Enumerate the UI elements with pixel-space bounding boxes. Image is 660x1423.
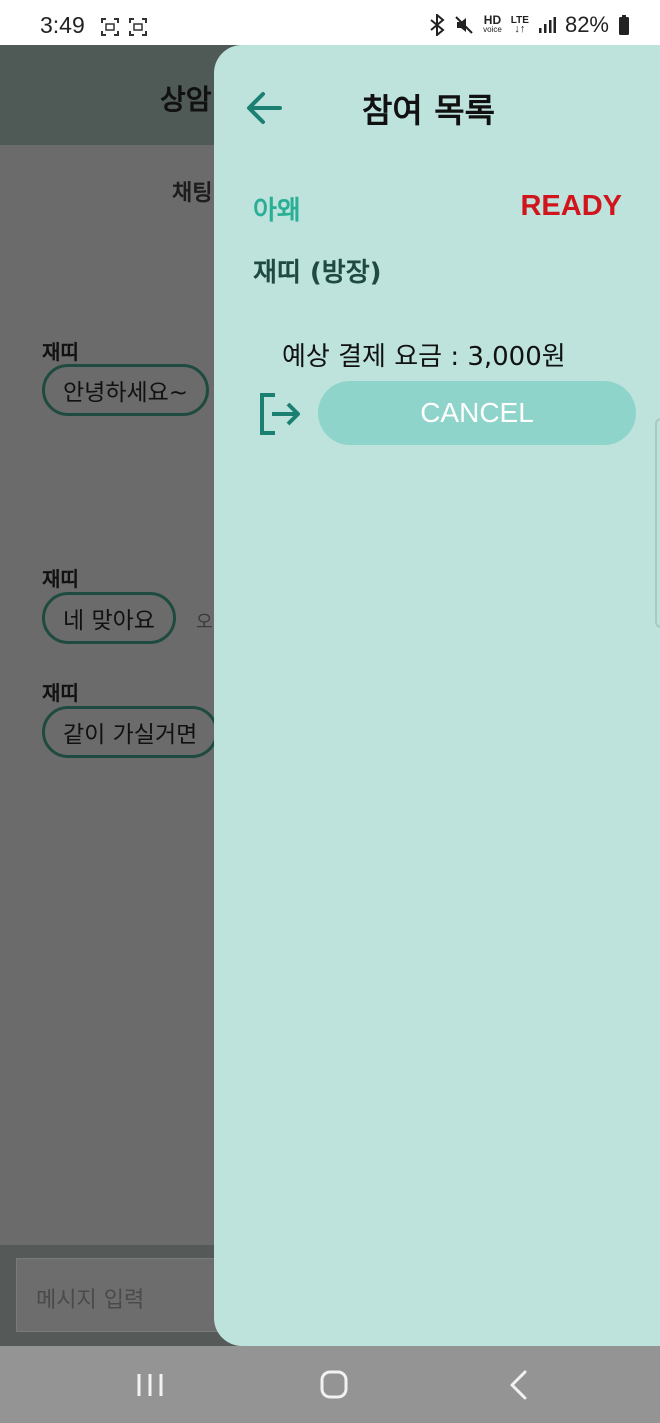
chat-title: 상암 [160,83,212,116]
message-sender: 재띠 [42,340,79,364]
cancel-button[interactable]: CANCEL [318,381,636,445]
recent-apps-icon[interactable] [130,1365,170,1405]
hd-voice-indicator: HD voice [483,13,502,34]
battery-icon [619,15,629,35]
message-sender: 재띠 [42,567,79,591]
mute-icon [455,16,473,34]
lte-indicator: LTE ↓↑ [510,15,529,35]
back-icon[interactable] [500,1365,540,1405]
battery-percent: 82% [564,12,609,37]
status-bar: 3:49 HD voice LTE ↓↑ 82% [0,0,660,45]
scroll-indicator [655,418,660,628]
message-bubble[interactable]: 같이 가실거면 [42,706,219,758]
home-icon[interactable] [314,1365,354,1405]
status-icons: HD voice LTE ↓↑ 82% [429,12,630,38]
exit-icon[interactable] [258,392,302,436]
chat-subtitle: 채팅 [172,181,213,206]
status-time: 3:49 [40,12,85,38]
screenshot-icon [101,18,119,36]
member-name-host: 재띠 (방장) [253,258,382,288]
estimated-fare: 예상 결제 요금 : 3,000원 [282,342,566,372]
signal-icon [538,17,556,33]
drawer-title: 참여 목록 [362,91,495,130]
participant-drawer [214,45,660,1346]
screen: 3:49 HD voice LTE ↓↑ 82% 상암 채팅 재띠 안녕하세요~… [0,0,660,1423]
message-bubble[interactable]: 네 맞아요 [42,592,176,644]
message-time: 오 [196,612,213,633]
screenshot-icon [129,18,147,36]
member-name: 아왜 [253,196,301,226]
message-bubble[interactable]: 안녕하세요~ [42,364,210,416]
back-arrow-icon[interactable] [244,88,284,128]
message-sender: 재띠 [42,681,79,705]
message-input-placeholder: 메시지 입력 [36,1288,145,1313]
bluetooth-icon [430,14,445,36]
member-status: READY [520,190,622,222]
